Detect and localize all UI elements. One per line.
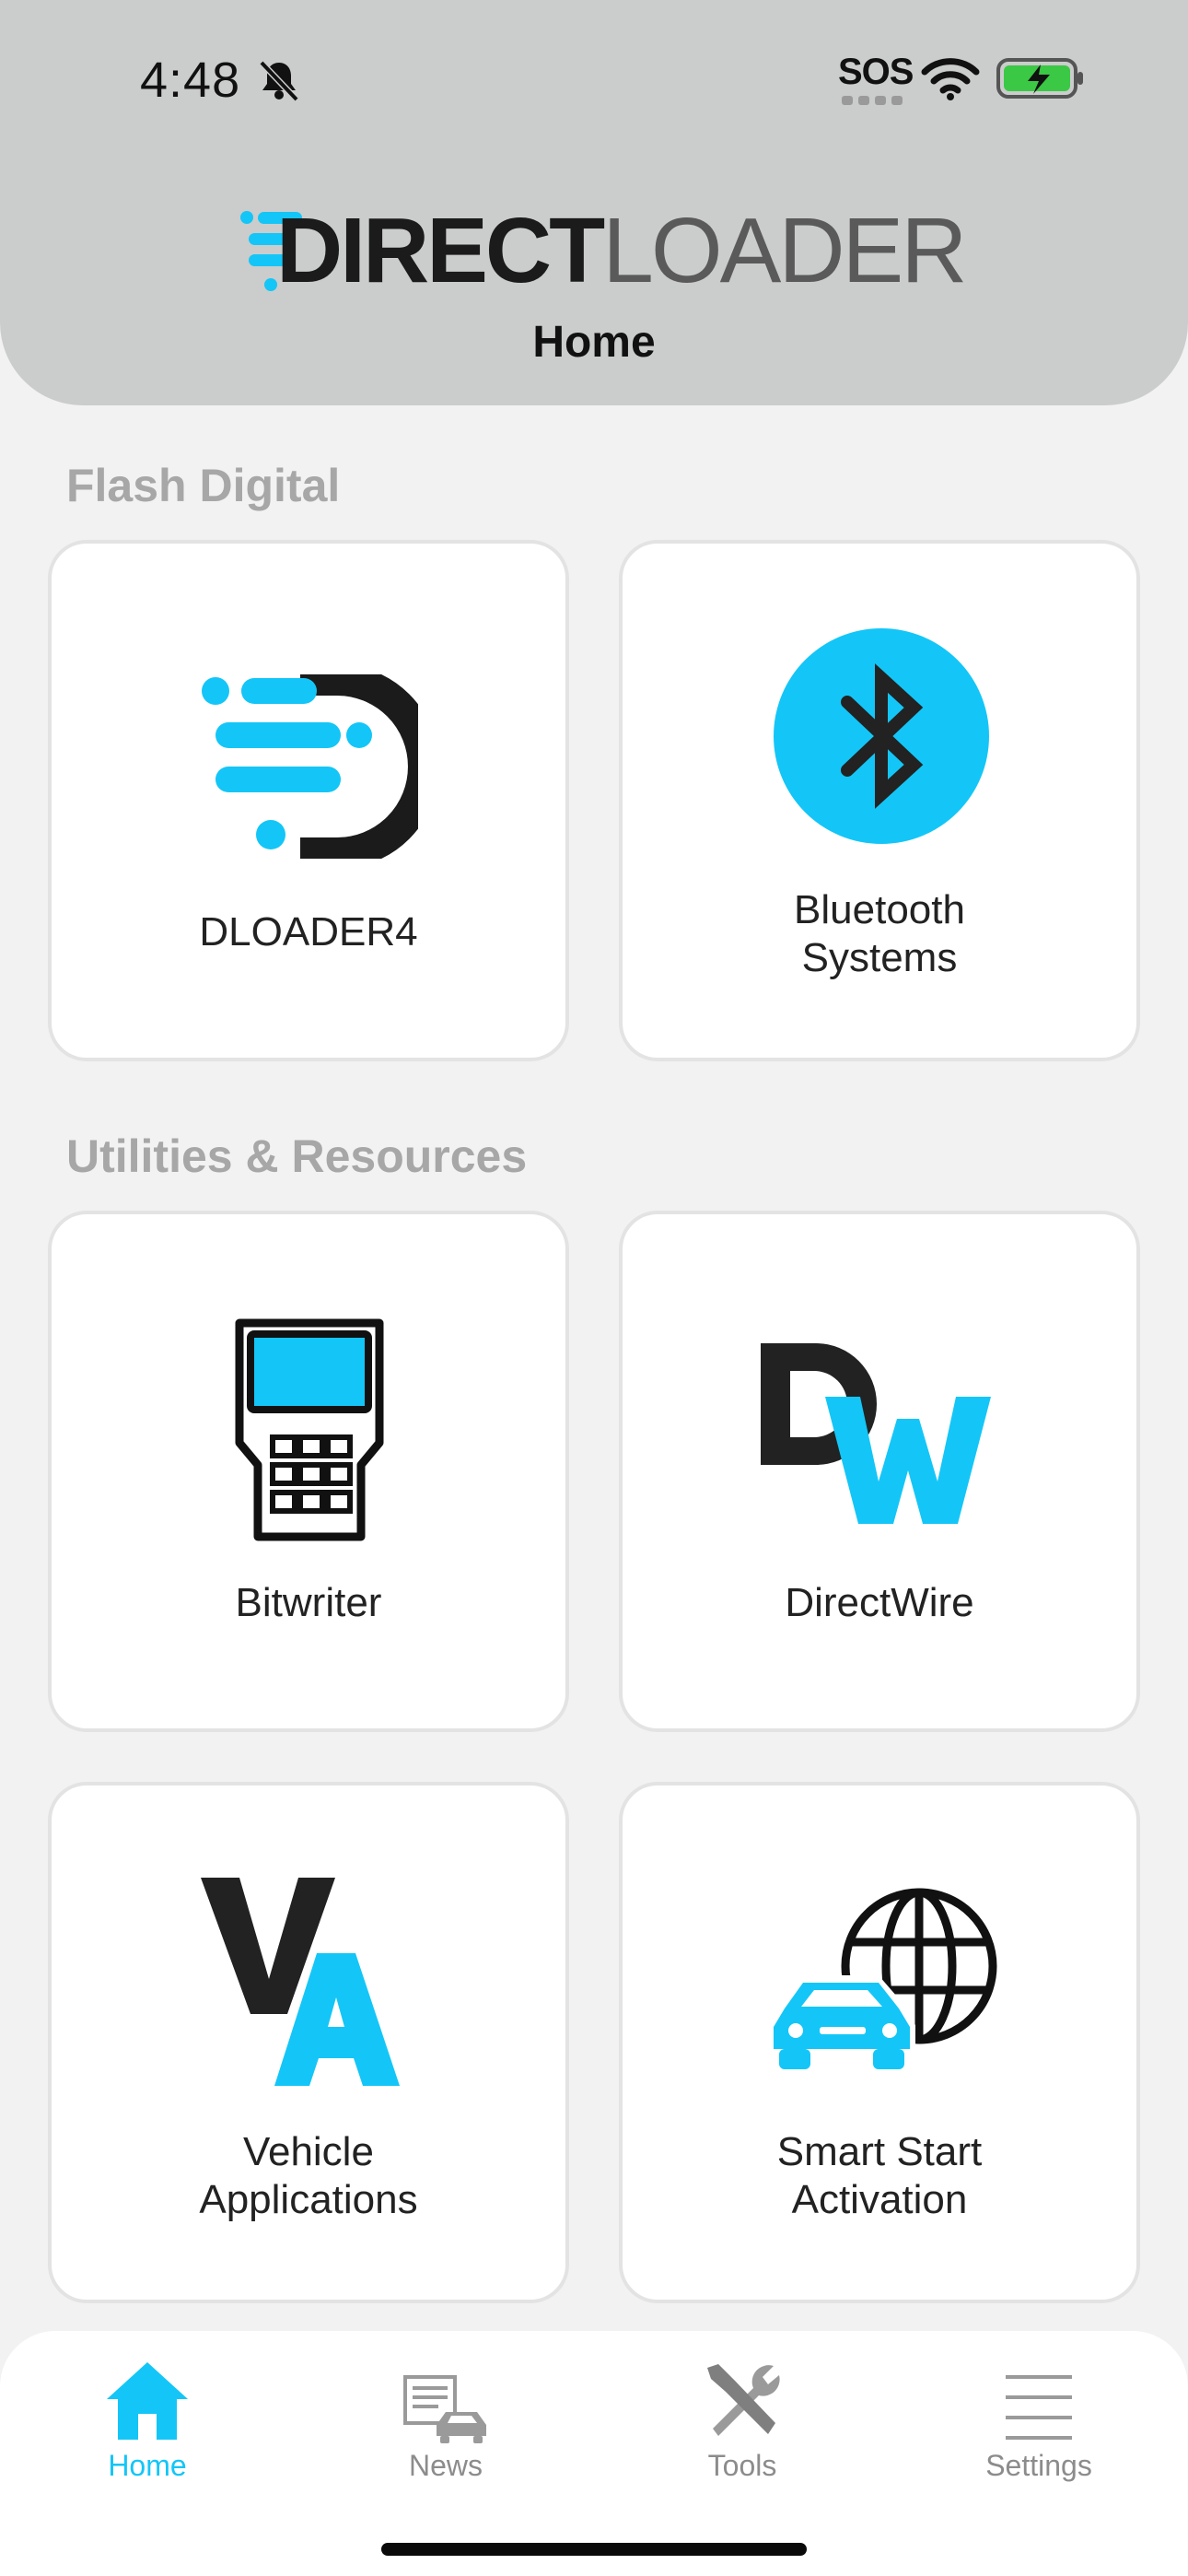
dloader-logo-icon [202, 674, 418, 859]
signal-dots-icon [842, 96, 903, 105]
tools-icon [707, 2364, 780, 2436]
battery-charging-icon [996, 58, 1083, 99]
wifi-icon [921, 58, 980, 100]
card-label: Vehicle Applications [199, 2129, 418, 2222]
card-directwire[interactable]: DirectWire [619, 1211, 1140, 1732]
card-bluetooth-systems[interactable]: Bluetooth Systems [619, 540, 1140, 1061]
card-label: DirectWire [785, 1580, 974, 1625]
home-indicator[interactable] [381, 2543, 807, 2556]
page-title: Home [532, 318, 656, 367]
tab-home[interactable]: Home [37, 2359, 258, 2488]
bluetooth-icon [774, 628, 989, 844]
home-icon [107, 2362, 188, 2440]
vehicle-applications-logo-icon [201, 1878, 400, 2086]
tab-label: News [408, 2449, 483, 2482]
directwire-logo-icon [761, 1343, 991, 1524]
logo-wordmark: DIRECTLOADER [276, 205, 967, 297]
logo-secondary: LOADER [602, 199, 967, 302]
section-label-flash-digital: Flash Digital [66, 460, 341, 511]
tab-news[interactable]: News [335, 2359, 556, 2488]
tab-label: Home [108, 2449, 187, 2482]
card-label: DLOADER4 [199, 909, 418, 954]
card-label: Smart Start Activation [776, 2129, 983, 2222]
status-time: 4:48 [140, 53, 241, 108]
settings-lines-icon [1006, 2375, 1072, 2440]
bell-slash-icon [259, 60, 299, 102]
card-bitwriter[interactable]: Bitwriter [48, 1211, 569, 1732]
section-label-utilities-resources: Utilities & Resources [66, 1130, 528, 1182]
logo-primary: DIRECT [276, 199, 605, 302]
sos-indicator: SOS [838, 52, 914, 92]
card-label: Bluetooth Systems [794, 887, 965, 980]
card-dloader4[interactable]: DLOADER4 [48, 540, 569, 1061]
bitwriter-device-icon [235, 1318, 384, 1541]
card-smart-start-activation[interactable]: Smart Start Activation [619, 1782, 1140, 2303]
tab-label: Settings [985, 2449, 1092, 2482]
car-globe-icon [768, 1888, 997, 2069]
tab-tools[interactable]: Tools [632, 2359, 853, 2488]
tab-settings[interactable]: Settings [928, 2359, 1149, 2488]
news-car-icon [403, 2375, 486, 2443]
card-label: Bitwriter [235, 1580, 382, 1625]
card-vehicle-applications[interactable]: Vehicle Applications [48, 1782, 569, 2303]
tab-label: Tools [707, 2449, 777, 2482]
